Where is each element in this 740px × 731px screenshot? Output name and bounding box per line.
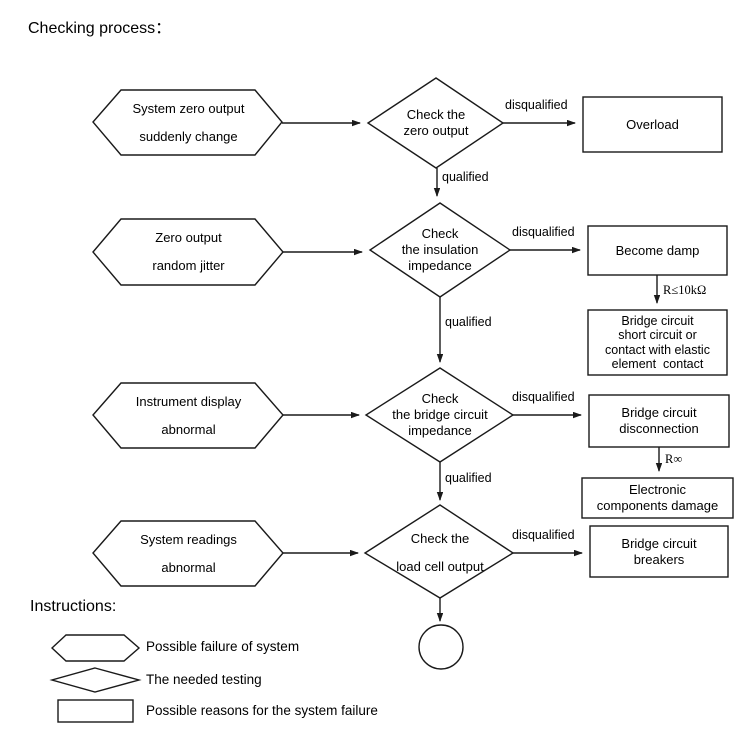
sub-result-box-3 — [581, 477, 734, 519]
legend-hexagon-icon — [50, 634, 141, 662]
condition-label-3: R∞ — [665, 452, 683, 466]
decision-diamond-2 — [368, 202, 512, 298]
legend-label-rectangle: Possible reasons for the system failure — [146, 703, 378, 718]
symptom-hexagon-2 — [92, 218, 284, 286]
flowchart-canvas: Checking process： System zero output sud… — [0, 0, 740, 731]
symptom-hexagon-1 — [92, 89, 283, 156]
edge-label-qualified-3: qualified — [445, 471, 492, 485]
instructions-heading: Instructions: — [30, 598, 117, 615]
symptom-hexagon-4 — [92, 520, 284, 587]
condition-label-2: R≤10kΩ — [663, 283, 707, 297]
decision-diamond-1 — [366, 77, 505, 169]
edge-label-disqualified-3: disqualified — [512, 390, 575, 404]
page-title: Checking process： — [28, 20, 172, 37]
legend-label-diamond: The needed testing — [146, 672, 262, 687]
decision-diamond-3 — [364, 367, 515, 463]
result-box-2 — [587, 225, 728, 276]
edge-label-disqualified-2: disqualified — [512, 225, 575, 239]
legend-diamond-icon — [49, 667, 142, 693]
edge-label-qualified-2: qualified — [445, 315, 492, 329]
flowchart-graphics — [49, 77, 734, 723]
legend-label-hexagon: Possible failure of system — [146, 639, 300, 654]
edge-label-disqualified-1: disqualified — [505, 98, 568, 112]
edge-label-qualified-1: qualified — [442, 170, 489, 184]
decision-diamond-4 — [363, 504, 515, 599]
result-box-4 — [589, 525, 729, 578]
symptom-hexagon-3 — [92, 382, 284, 449]
sub-result-box-2 — [587, 309, 728, 376]
end-circle — [418, 624, 464, 670]
edge-label-disqualified-4: disqualified — [512, 528, 575, 542]
legend-rectangle-icon — [57, 699, 134, 723]
result-box-1 — [582, 96, 723, 153]
result-box-3 — [588, 394, 730, 448]
